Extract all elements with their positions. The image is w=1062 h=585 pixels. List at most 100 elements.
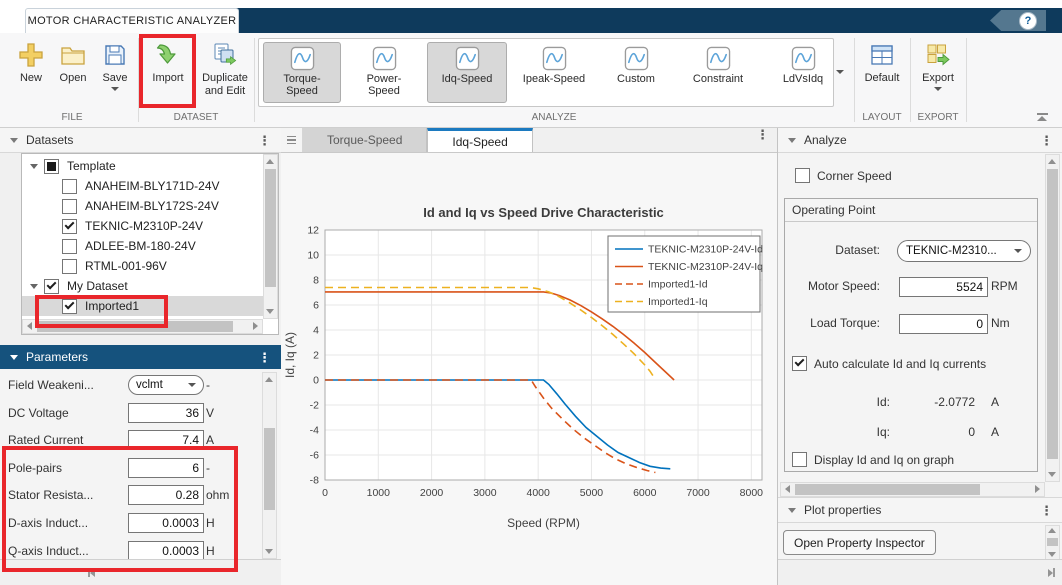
- display-graph-row[interactable]: Display Id and Iq on graph: [792, 452, 954, 467]
- scroll-up-icon[interactable]: [1048, 528, 1056, 533]
- export-button[interactable]: Export: [914, 39, 962, 105]
- tree-group-my-dataset[interactable]: My Dataset: [22, 276, 263, 296]
- save-button[interactable]: Save: [92, 39, 138, 105]
- scrollbar-thumb[interactable]: [37, 321, 233, 332]
- collapse-panel-left-icon[interactable]: [88, 568, 95, 577]
- tree-item-teknic-m2310p[interactable]: TEKNIC-M2310P-24V: [22, 216, 263, 236]
- datasets-panel-header[interactable]: Datasets ⋮: [0, 128, 281, 153]
- q-axis-inductance-input[interactable]: 0.0003: [128, 541, 204, 560]
- analyze-menu-icon[interactable]: ⋮: [1040, 134, 1053, 147]
- gallery-item-ldvsidq[interactable]: LdVsIdq: [765, 42, 841, 103]
- gallery-item-custom[interactable]: Custom: [601, 42, 671, 103]
- scroll-left-icon[interactable]: [785, 485, 790, 493]
- pole-pairs-input[interactable]: 6: [128, 458, 204, 478]
- motor-speed-input[interactable]: 5524: [899, 277, 988, 297]
- stator-resistance-input[interactable]: 0.28: [128, 485, 204, 505]
- scroll-right-icon[interactable]: [1035, 485, 1040, 493]
- auto-calc-checkbox[interactable]: [792, 356, 807, 371]
- d-axis-inductance-input[interactable]: 0.0003: [128, 513, 204, 533]
- plot-properties-collapse-icon[interactable]: [788, 508, 796, 513]
- parameters-collapse-icon[interactable]: [10, 355, 18, 360]
- parameters-vscrollbar[interactable]: [262, 372, 277, 559]
- open-property-inspector-button[interactable]: Open Property Inspector: [783, 530, 936, 555]
- corner-speed-row[interactable]: Corner Speed: [795, 168, 892, 183]
- datasets-collapse-icon[interactable]: [10, 138, 18, 143]
- tree-expander-icon[interactable]: [30, 164, 38, 169]
- open-button[interactable]: Open: [50, 39, 96, 105]
- gallery-item-ipeak-speed[interactable]: Ipeak-Speed: [511, 42, 597, 103]
- tree-group-template[interactable]: Template: [22, 156, 263, 176]
- document-menu-icon[interactable]: ⋮: [756, 128, 769, 152]
- document-bar-grip-icon[interactable]: [281, 128, 303, 152]
- duplicate-and-edit-button[interactable]: Duplicate and Edit: [198, 39, 252, 105]
- my-dataset-checkbox[interactable]: [44, 279, 59, 294]
- tree-item-imported1[interactable]: Imported1: [22, 296, 263, 316]
- tab-idq-speed[interactable]: Idq-Speed: [427, 128, 532, 152]
- gallery-item-torque-speed[interactable]: Torque-Speed: [263, 42, 341, 103]
- plot-properties-header[interactable]: Plot properties ⋮: [778, 497, 1062, 523]
- dc-voltage-input[interactable]: 36: [128, 403, 204, 423]
- display-graph-checkbox[interactable]: [792, 452, 807, 467]
- dataset-checkbox[interactable]: [62, 239, 77, 254]
- scroll-down-icon[interactable]: [266, 309, 274, 314]
- tree-item-anaheim-bly171d[interactable]: ANAHEIM-BLY171D-24V: [22, 176, 263, 196]
- app-toolstrip-tab[interactable]: MOTOR CHARACTERISTIC ANALYZER: [25, 8, 239, 33]
- new-button[interactable]: New: [8, 39, 54, 105]
- plot-properties-menu-icon[interactable]: ⋮: [1040, 504, 1053, 517]
- gallery-item-constraint[interactable]: Constraint: [675, 42, 761, 103]
- save-dropdown-icon[interactable]: [111, 87, 119, 91]
- load-torque-input[interactable]: 0: [899, 314, 988, 334]
- scrollbar-thumb[interactable]: [1047, 169, 1058, 459]
- analyze-vscrollbar[interactable]: [1045, 154, 1060, 482]
- scroll-left-icon[interactable]: [27, 322, 32, 330]
- scroll-down-icon[interactable]: [1048, 472, 1056, 477]
- field-weakening-dropdown[interactable]: vclmt: [128, 375, 204, 395]
- operating-dataset-dropdown[interactable]: TEKNIC-M2310...: [897, 240, 1031, 262]
- dataset-checkbox[interactable]: [62, 179, 77, 194]
- scrollbar-thumb[interactable]: [264, 428, 275, 510]
- tree-item-adlee-bm-180[interactable]: ADLEE-BM-180-24V: [22, 236, 263, 256]
- parameters-menu-icon[interactable]: ⋮: [258, 351, 271, 364]
- analyze-collapse-icon[interactable]: [788, 138, 796, 143]
- scroll-up-icon[interactable]: [266, 159, 274, 164]
- datasets-hscrollbar[interactable]: [22, 319, 263, 334]
- plot-properties-vscrollbar[interactable]: [1045, 525, 1060, 560]
- template-checkbox[interactable]: [44, 159, 59, 174]
- export-dropdown-icon[interactable]: [934, 87, 942, 91]
- scrollbar-thumb[interactable]: [265, 169, 276, 287]
- scroll-down-icon[interactable]: [1048, 552, 1056, 557]
- import-button[interactable]: Import: [142, 39, 194, 105]
- scroll-down-icon[interactable]: [265, 549, 273, 554]
- tab-torque-speed[interactable]: Torque-Speed: [303, 128, 427, 152]
- gallery-overflow-button[interactable]: [832, 63, 848, 81]
- datasets-menu-icon[interactable]: ⋮: [258, 134, 271, 147]
- expand-panel-right-icon[interactable]: [1048, 568, 1055, 577]
- default-layout-button[interactable]: Default: [858, 39, 906, 105]
- analyze-hscrollbar[interactable]: [780, 482, 1045, 497]
- help-button[interactable]: ?: [990, 10, 1046, 31]
- parameters-panel-header[interactable]: Parameters ⋮: [0, 345, 281, 369]
- tree-expander-icon[interactable]: [30, 284, 38, 289]
- scroll-up-icon[interactable]: [265, 377, 273, 382]
- rated-current-input[interactable]: 7.4: [128, 430, 204, 450]
- scroll-up-icon[interactable]: [1048, 159, 1056, 164]
- tree-item-rtml-001[interactable]: RTML-001-96V: [22, 256, 263, 276]
- auto-calc-row[interactable]: Auto calculate Id and Iq currents: [792, 356, 986, 371]
- scrollbar-thumb[interactable]: [1047, 538, 1058, 546]
- x-tick-label: 5000: [580, 487, 604, 499]
- dataset-checkbox[interactable]: [62, 219, 77, 234]
- scroll-right-icon[interactable]: [253, 322, 258, 330]
- gallery-item-power-speed[interactable]: Power-Speed: [345, 42, 423, 103]
- dropdown-arrow-icon: [1014, 249, 1022, 253]
- scrollbar-thumb[interactable]: [795, 484, 980, 495]
- tree-item-anaheim-bly172s[interactable]: ANAHEIM-BLY172S-24V: [22, 196, 263, 216]
- dataset-checkbox[interactable]: [62, 199, 77, 214]
- dataset-checkbox[interactable]: [62, 259, 77, 274]
- gallery-item-idq-speed[interactable]: Idq-Speed: [427, 42, 507, 103]
- corner-speed-checkbox[interactable]: [795, 168, 810, 183]
- datasets-vscrollbar[interactable]: [263, 154, 278, 319]
- dropdown-arrow-icon: [188, 383, 196, 387]
- collapse-toolstrip-button[interactable]: [1036, 113, 1048, 121]
- imported1-checkbox[interactable]: [62, 299, 77, 314]
- analyze-panel-header[interactable]: Analyze ⋮: [778, 128, 1062, 153]
